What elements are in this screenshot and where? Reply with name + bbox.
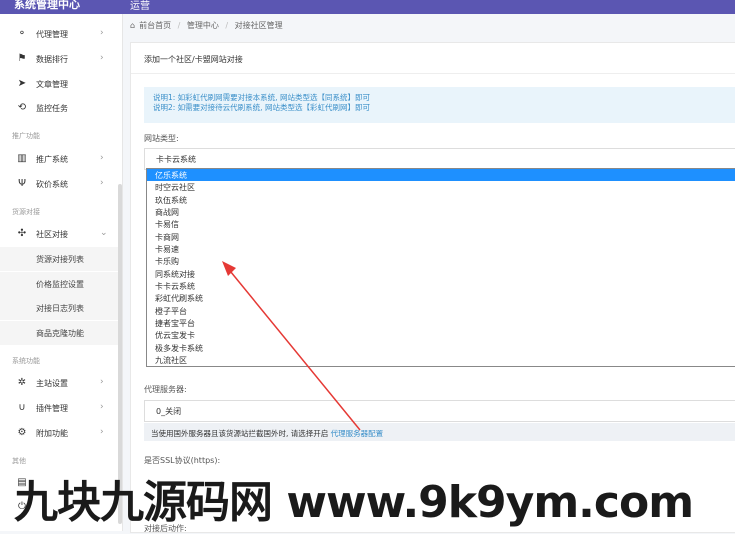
arrow-head	[222, 261, 236, 276]
watermark-text: 九块九源码网 www.9k9ym.com	[14, 477, 694, 528]
arrow-shaft	[225, 265, 361, 431]
annotation-arrow	[222, 261, 361, 431]
